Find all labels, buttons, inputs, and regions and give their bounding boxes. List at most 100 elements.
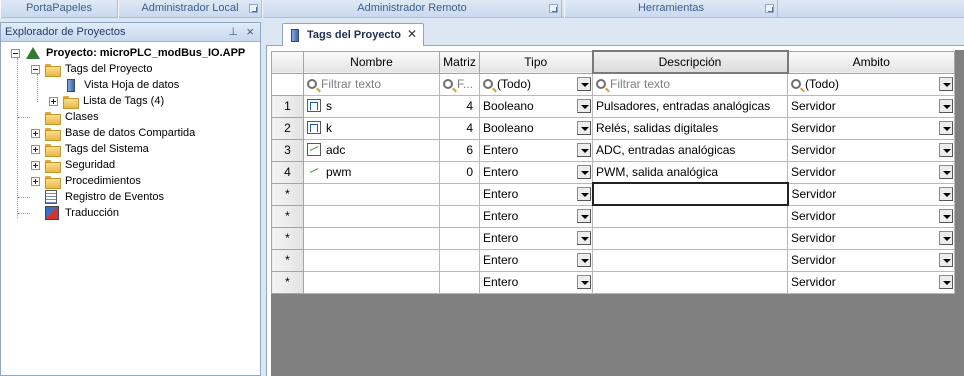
cell-descripcion[interactable] xyxy=(592,204,788,228)
cell-matriz[interactable] xyxy=(439,248,480,272)
row-number[interactable]: 4 xyxy=(271,160,304,184)
filter-tipo[interactable]: (Todo) xyxy=(479,72,593,96)
table-row[interactable]: 2 k 4 Booleano Relés, salidas digitales … xyxy=(271,116,955,140)
cell-matriz[interactable]: 4 xyxy=(439,116,480,140)
close-icon[interactable]: × xyxy=(246,24,254,39)
close-icon[interactable]: ✕ xyxy=(407,27,417,41)
dropdown-arrow-icon[interactable] xyxy=(939,186,953,201)
new-row[interactable]: * Entero Servidor xyxy=(271,248,955,272)
cell-nombre[interactable] xyxy=(303,226,440,250)
dropdown-arrow-icon[interactable] xyxy=(577,76,591,91)
cell-descripcion[interactable] xyxy=(592,270,788,294)
cell-matriz[interactable] xyxy=(439,182,480,206)
dropdown-arrow-icon[interactable] xyxy=(577,230,591,245)
cell-descripcion[interactable] xyxy=(592,226,788,250)
cell-matriz[interactable] xyxy=(439,204,480,228)
cell-tipo[interactable]: Entero xyxy=(479,160,593,184)
dialog-launcher-icon[interactable] xyxy=(549,4,558,13)
collapse-icon[interactable] xyxy=(11,49,20,58)
cell-ambito[interactable]: Servidor xyxy=(787,248,955,272)
cell-tipo[interactable]: Entero xyxy=(479,248,593,272)
row-number[interactable]: * xyxy=(271,226,304,250)
new-row[interactable]: * Entero Servidor xyxy=(271,204,955,228)
dropdown-arrow-icon[interactable] xyxy=(939,252,953,267)
expand-icon[interactable] xyxy=(31,177,40,186)
collapse-icon[interactable] xyxy=(31,65,40,74)
cell-ambito[interactable]: Servidor xyxy=(787,270,955,294)
new-row[interactable]: * Entero Servidor xyxy=(271,226,955,250)
column-header-nombre[interactable]: Nombre xyxy=(303,50,440,74)
column-header-descripcion[interactable]: Descripción xyxy=(591,50,789,74)
row-number[interactable]: * xyxy=(271,182,304,206)
table-row[interactable]: 1 s 4 Booleano Pulsadores, entradas anal… xyxy=(271,94,955,118)
cell-descripcion[interactable]: Pulsadores, entradas analógicas xyxy=(592,94,788,118)
dropdown-arrow-icon[interactable] xyxy=(939,142,953,157)
dropdown-arrow-icon[interactable] xyxy=(576,186,591,201)
cell-descripcion[interactable]: Relés, salidas digitales xyxy=(592,116,788,140)
dialog-launcher-icon[interactable] xyxy=(249,4,258,13)
cell-tipo[interactable]: Entero xyxy=(479,270,593,294)
filter-ambito[interactable]: (Todo) xyxy=(787,72,955,96)
cell-ambito[interactable]: Servidor xyxy=(787,182,955,206)
cell-nombre[interactable] xyxy=(303,270,440,294)
cell-tipo[interactable]: Entero xyxy=(479,204,593,228)
new-row[interactable]: * Entero Servidor xyxy=(271,270,955,294)
row-selector-header[interactable] xyxy=(271,50,304,74)
row-number[interactable]: 2 xyxy=(271,116,304,140)
column-header-tipo[interactable]: Tipo xyxy=(479,50,593,74)
cell-ambito[interactable]: Servidor xyxy=(787,204,955,228)
cell-ambito[interactable]: Servidor xyxy=(787,94,955,118)
row-number[interactable]: 1 xyxy=(271,94,304,118)
table-row[interactable]: 4 pwm 0 Entero PWM, salida analógica Ser… xyxy=(271,160,955,184)
table-row[interactable]: 3 adc 6 Entero ADC, entradas analógicas … xyxy=(271,138,955,162)
dropdown-arrow-icon[interactable] xyxy=(577,98,591,113)
cell-descripcion[interactable]: PWM, salida analógica xyxy=(592,160,788,184)
new-row[interactable]: * Entero Servidor xyxy=(271,182,955,206)
dropdown-arrow-icon[interactable] xyxy=(577,164,591,179)
column-header-matriz[interactable]: Matriz xyxy=(439,50,480,74)
cell-tipo[interactable]: Entero xyxy=(479,182,593,206)
expand-icon[interactable] xyxy=(31,129,40,138)
column-header-ambito[interactable]: Ambito xyxy=(787,50,955,74)
cell-tipo[interactable]: Entero xyxy=(479,226,593,250)
cell-nombre[interactable]: adc xyxy=(303,138,440,162)
cell-tipo[interactable]: Booleano xyxy=(479,116,593,140)
cell-nombre[interactable] xyxy=(303,182,440,206)
cell-ambito[interactable]: Servidor xyxy=(787,138,955,162)
cell-matriz[interactable]: 0 xyxy=(439,160,480,184)
cell-nombre[interactable]: s xyxy=(303,94,440,118)
filter-nombre[interactable]: Filtrar texto xyxy=(303,72,440,96)
dropdown-arrow-icon[interactable] xyxy=(939,230,953,245)
dropdown-arrow-icon[interactable] xyxy=(939,98,953,113)
dropdown-arrow-icon[interactable] xyxy=(939,274,953,289)
cell-matriz[interactable] xyxy=(439,270,480,294)
dropdown-arrow-icon[interactable] xyxy=(939,120,953,135)
expand-icon[interactable] xyxy=(31,161,40,170)
cell-descripcion[interactable]: ADC, entradas analógicas xyxy=(592,138,788,162)
dropdown-arrow-icon[interactable] xyxy=(577,252,591,267)
dropdown-arrow-icon[interactable] xyxy=(939,208,953,223)
dropdown-arrow-icon[interactable] xyxy=(577,120,591,135)
tab-tags-del-proyecto[interactable]: Tags del Proyecto ✕ xyxy=(282,23,424,47)
dropdown-arrow-icon[interactable] xyxy=(577,142,591,157)
cell-descripcion-editing[interactable] xyxy=(591,182,789,206)
cell-ambito[interactable]: Servidor xyxy=(787,226,955,250)
expand-icon[interactable] xyxy=(49,97,58,106)
cell-tipo[interactable]: Entero xyxy=(479,138,593,162)
cell-nombre[interactable] xyxy=(303,204,440,228)
cell-ambito[interactable]: Servidor xyxy=(787,160,955,184)
filter-descripcion[interactable]: Filtrar texto xyxy=(592,72,788,96)
row-number[interactable]: * xyxy=(271,248,304,272)
cell-nombre[interactable]: k xyxy=(303,116,440,140)
dropdown-arrow-icon[interactable] xyxy=(577,208,591,223)
dropdown-arrow-icon[interactable] xyxy=(577,274,591,289)
expand-icon[interactable] xyxy=(31,145,40,154)
row-number[interactable]: * xyxy=(271,270,304,294)
cell-matriz[interactable]: 4 xyxy=(439,94,480,118)
dropdown-arrow-icon[interactable] xyxy=(939,164,953,179)
filter-matriz[interactable]: F... xyxy=(439,72,480,96)
cell-matriz[interactable] xyxy=(439,226,480,250)
cell-nombre[interactable]: pwm xyxy=(303,160,440,184)
cell-tipo[interactable]: Booleano xyxy=(479,94,593,118)
dialog-launcher-icon[interactable] xyxy=(765,4,774,13)
